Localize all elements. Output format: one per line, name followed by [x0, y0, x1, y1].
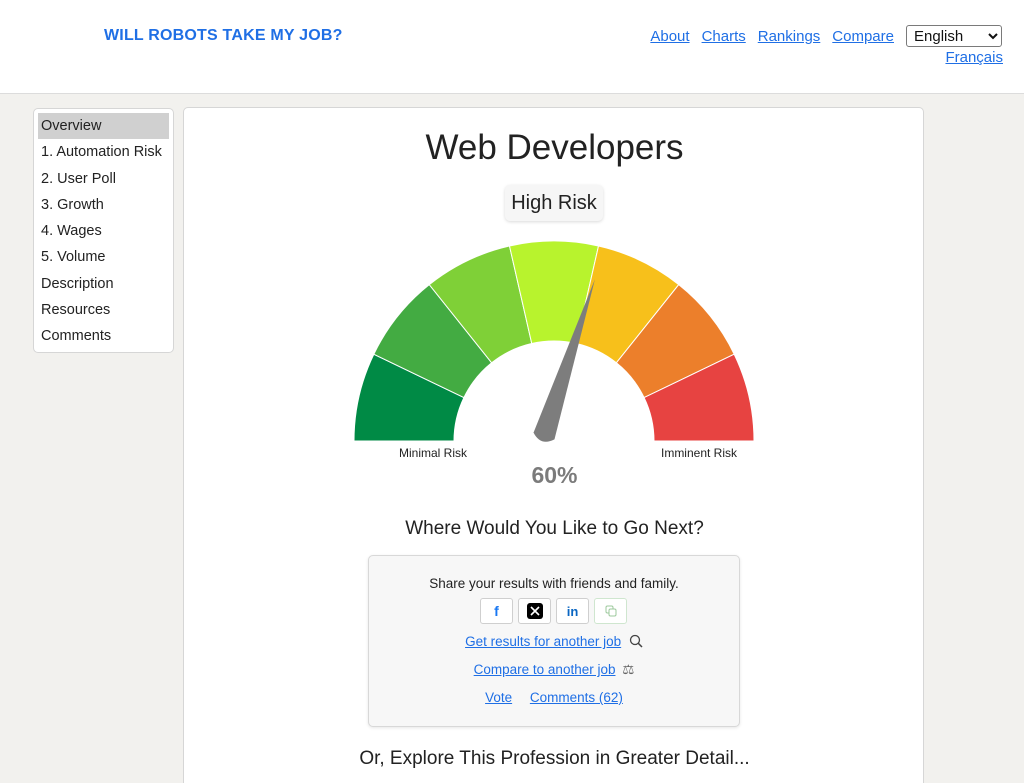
- risk-gauge: Minimal Risk Imminent Risk: [353, 240, 755, 460]
- sidebar-item-comments[interactable]: Comments: [38, 323, 169, 349]
- facebook-icon: f: [494, 603, 499, 619]
- compare-row: Compare to another job ⚖: [369, 662, 739, 678]
- linkedin-icon: in: [566, 603, 579, 619]
- nav-compare-link[interactable]: Compare: [832, 28, 894, 45]
- gauge-max-label: Imminent Risk: [661, 446, 738, 460]
- language-select[interactable]: English: [906, 25, 1002, 47]
- sidebar-item-user-poll[interactable]: 2. User Poll: [38, 166, 169, 192]
- copy-link-button[interactable]: [594, 598, 627, 624]
- share-facebook-button[interactable]: f: [480, 598, 513, 624]
- share-buttons: f in: [480, 598, 632, 624]
- sidebar-item-automation-risk[interactable]: 1. Automation Risk: [38, 139, 169, 165]
- nav-about-link[interactable]: About: [650, 28, 689, 45]
- vote-comments-row: Vote Comments (62): [369, 690, 739, 705]
- nav-charts-link[interactable]: Charts: [702, 28, 746, 45]
- share-linkedin-button[interactable]: in: [556, 598, 589, 624]
- gauge-percent: 60%: [531, 462, 578, 488]
- main-card: Web Developers High Risk Minimal Risk Im…: [183, 107, 924, 783]
- sidebar-item-resources[interactable]: Resources: [38, 297, 169, 323]
- sidebar-item-overview[interactable]: Overview: [38, 113, 169, 140]
- alt-language-link[interactable]: Français: [945, 49, 1003, 66]
- share-x-button[interactable]: [518, 598, 551, 624]
- vote-link[interactable]: Vote: [485, 690, 512, 705]
- nav-rankings-link[interactable]: Rankings: [758, 28, 821, 45]
- top-bar: WILL ROBOTS TAKE MY JOB? About Charts Ra…: [0, 0, 1024, 94]
- next-heading: Where Would You Like to Go Next?: [405, 518, 704, 539]
- sidebar-item-wages[interactable]: 4. Wages: [38, 218, 169, 244]
- scales-icon: ⚖: [622, 662, 635, 677]
- copy-link-icon: [605, 605, 616, 617]
- search-icon: [629, 634, 643, 648]
- top-nav: About Charts Rankings Compare English: [650, 25, 1002, 47]
- sidebar-nav: Overview 1. Automation Risk 2. User Poll…: [33, 108, 174, 353]
- share-box: Share your results with friends and fami…: [368, 555, 740, 727]
- gauge-min-label: Minimal Risk: [399, 446, 468, 460]
- share-text: Share your results with friends and fami…: [429, 576, 679, 591]
- compare-job-link[interactable]: Compare to another job: [474, 662, 616, 677]
- x-icon: [526, 603, 543, 619]
- sidebar-item-description[interactable]: Description: [38, 271, 169, 297]
- another-job-link[interactable]: Get results for another job: [465, 634, 621, 649]
- explore-heading: Or, Explore This Profession in Greater D…: [359, 748, 750, 769]
- site-brand[interactable]: WILL ROBOTS TAKE MY JOB?: [104, 27, 343, 45]
- comments-link[interactable]: Comments (62): [530, 690, 623, 705]
- sidebar-item-growth[interactable]: 3. Growth: [38, 192, 169, 218]
- another-job-row: Get results for another job: [369, 634, 739, 649]
- sidebar-item-volume[interactable]: 5. Volume: [38, 244, 169, 270]
